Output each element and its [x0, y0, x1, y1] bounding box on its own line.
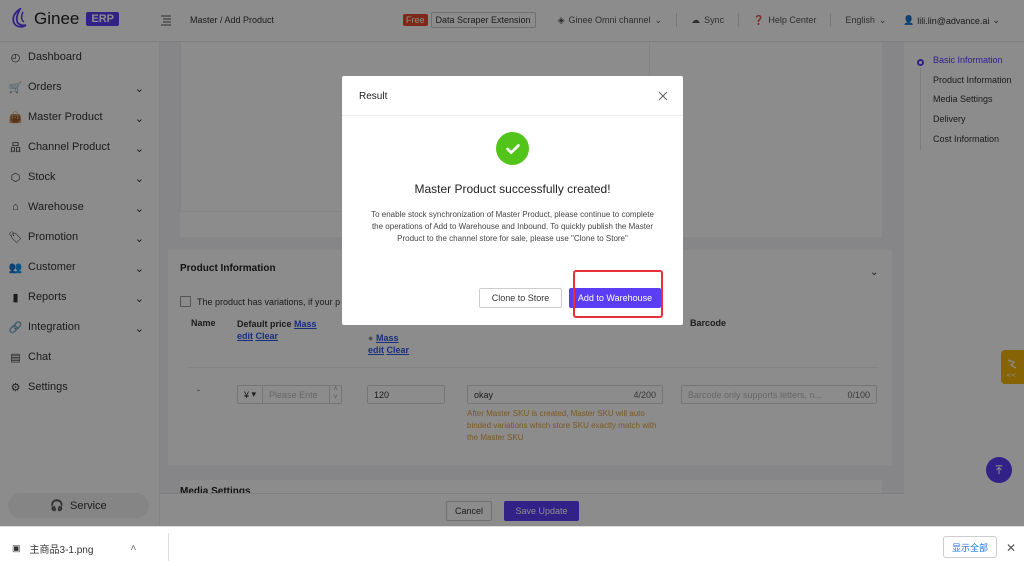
image-file-icon: ▣ [12, 543, 21, 553]
modal-header: Result [342, 76, 683, 116]
modal-body: To enable stock synchronization of Maste… [371, 210, 654, 243]
download-item[interactable]: ▣ 主商品3-1.png ˄ [12, 541, 136, 556]
download-file-name: 主商品3-1.png [29, 545, 94, 556]
close-icon[interactable] [656, 89, 670, 103]
highlight-box [573, 270, 663, 318]
modal-heading: Master Product successfully created! [414, 182, 611, 196]
clone-to-store-button[interactable]: Clone to Store [479, 288, 562, 308]
download-bar: ▣ 主商品3-1.png ˄ 显示全部 ✕ [0, 526, 1024, 566]
success-check-icon [496, 132, 529, 165]
app: Ginee ERP Master / Add Product Free Data… [0, 0, 1024, 566]
modal-title: Result [359, 91, 388, 102]
close-icon[interactable]: ✕ [1006, 541, 1016, 555]
show-all-button[interactable]: 显示全部 [943, 536, 997, 558]
chevron-up-icon[interactable]: ˄ [130, 543, 136, 554]
download-divider [168, 533, 169, 561]
